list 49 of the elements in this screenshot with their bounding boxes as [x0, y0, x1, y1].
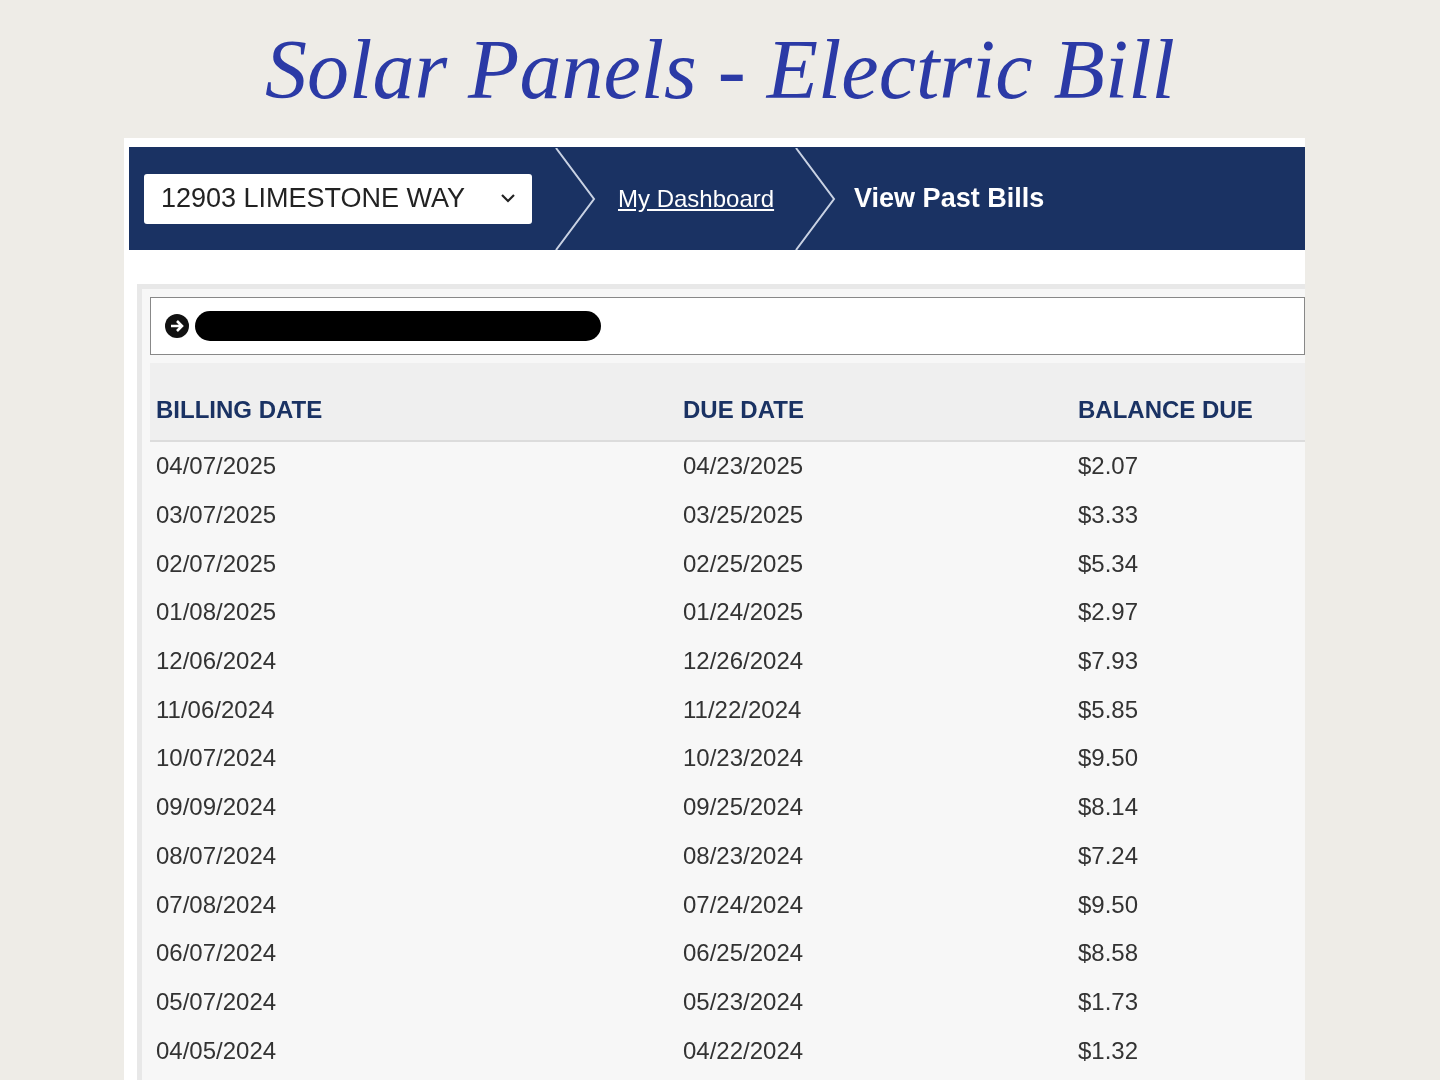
table-cell: 09/25/2024 [683, 793, 804, 821]
table-cell: 10/07/2024 [156, 744, 277, 772]
table-cell: $9.50 [1078, 890, 1139, 918]
table-cell: 11/06/2024 [156, 695, 275, 723]
table-cell: $1.73 [1078, 987, 1139, 1015]
table-cell: 04/05/2024 [156, 1036, 277, 1064]
page-title: Solar Panels - Electric Bill [265, 28, 1175, 118]
table-cell: 04/23/2025 [683, 452, 804, 480]
table-cell: 01/08/2025 [156, 598, 277, 626]
table-cell: 10/23/2024 [683, 744, 804, 772]
table-cell: 06/25/2024 [683, 939, 804, 967]
table-cell: 12/26/2024 [683, 647, 804, 675]
table-cell: 02/25/2025 [683, 549, 804, 577]
table-cell: $8.58 [1078, 939, 1139, 967]
table-cell: $7.93 [1078, 647, 1139, 675]
table-cell: 08/23/2024 [683, 841, 804, 869]
table-cell: 02/07/2025 [156, 549, 277, 577]
table-cell: 01/24/2025 [683, 598, 804, 626]
table-cell: $5.85 [1078, 695, 1139, 723]
table-cell: $2.97 [1078, 598, 1139, 626]
breadcrumb-link[interactable]: My Dashboard [618, 180, 775, 217]
column-header: BILLING DATE [156, 396, 323, 423]
table-cell: 03/25/2025 [683, 501, 804, 529]
table-cell: 04/22/2024 [683, 1036, 804, 1064]
column-header: DUE DATE [683, 396, 804, 423]
table-cell: $5.34 [1078, 549, 1139, 577]
table-cell: 03/07/2025 [156, 501, 277, 529]
table-cell: 09/09/2024 [156, 793, 277, 821]
arrow-circle-icon [165, 314, 189, 338]
table-cell: $7.24 [1078, 841, 1139, 869]
address-select[interactable]: 12903 LIMESTONE WAY [144, 173, 532, 224]
table-cell: 07/08/2024 [156, 890, 277, 918]
table-cell: 05/23/2024 [683, 987, 804, 1015]
table-cell: 11/22/2024 [683, 695, 802, 723]
table-cell: 05/07/2024 [156, 987, 277, 1015]
table-cell: $9.50 [1078, 744, 1139, 772]
column-header: BALANCE DUE [1078, 396, 1253, 423]
table-cell: $2.07 [1078, 452, 1139, 480]
table-cell: 08/07/2024 [156, 841, 277, 869]
dropdown-caret-icon [501, 194, 515, 203]
table-cell: 06/07/2024 [156, 939, 277, 967]
table-cell: $8.14 [1078, 793, 1139, 821]
chevron-separator-icon [554, 147, 598, 250]
table-cell: 12/06/2024 [156, 647, 277, 675]
breadcrumb-current: View Past Bills [854, 182, 1045, 216]
table-cell: 07/24/2024 [683, 890, 804, 918]
table-cell: $1.32 [1078, 1036, 1139, 1064]
table-cell: 04/07/2025 [156, 452, 277, 480]
table-cell: $3.33 [1078, 501, 1139, 529]
